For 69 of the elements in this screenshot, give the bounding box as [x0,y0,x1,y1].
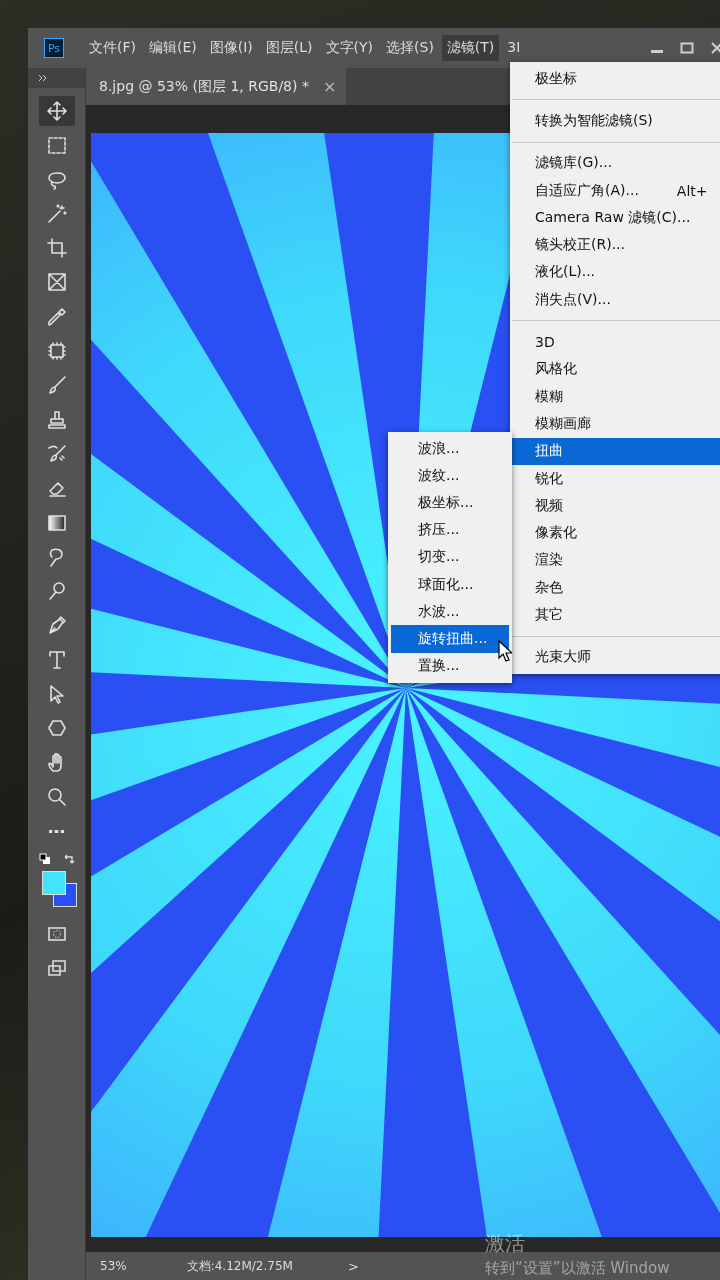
menu-item[interactable]: 锐化 [510,464,720,493]
activation-hint: 转到“设置”以激活 Window [485,1259,670,1278]
app-logo: Ps [44,38,64,58]
text-tool-icon [46,649,67,670]
menu-item[interactable]: 滤镜库(G)... [510,149,720,177]
document-tab[interactable]: 8.jpg @ 53% (图层 1, RGB/8) * × [86,68,347,105]
status-arrow-button[interactable]: > [347,1258,359,1274]
menu-item[interactable]: 滤镜(T) [441,35,500,61]
gradient-icon [46,512,67,533]
crossed-box-icon [46,272,67,293]
menu-item[interactable]: 图像(I) [204,35,258,61]
zoom-icon [46,786,67,807]
cursor-icon [498,640,512,662]
brush-icon [46,375,67,396]
magic-wand-icon [46,203,67,224]
lasso-icon [46,169,67,190]
menu-item[interactable]: 置换... [391,652,509,680]
history-brush-icon [46,443,67,464]
menu-item[interactable]: 选择(S) [381,35,439,61]
menu-item[interactable]: 3D [510,328,720,356]
tab-close-button[interactable]: × [322,77,337,96]
screen-mode-icon[interactable] [46,957,67,978]
move-icon [46,101,67,121]
menu-item[interactable]: 极坐标 [510,65,720,93]
menu-item[interactable]: 模糊画廊 [510,410,720,438]
dodge-icon [46,581,67,602]
menu-item[interactable]: 水波... [391,598,509,626]
menu-item[interactable]: 消失点(V)... [510,286,720,314]
pen-icon [46,615,67,636]
double-chevron-icon[interactable] [38,75,48,81]
close-icon[interactable] [710,41,720,55]
eyedropper-icon [46,306,67,327]
menu-item[interactable]: 挤压... [391,516,509,544]
menu-item[interactable]: 3I [502,35,526,61]
stamp-icon [46,409,67,430]
menu-item[interactable]: 像素化 [510,519,720,547]
menu-item[interactable]: 其它 [510,601,720,629]
hexagon-icon [46,718,67,739]
menu-item[interactable]: 切变... [391,543,509,571]
activation-title: 激活 [485,1230,526,1257]
menu-item[interactable]: 视频 [510,492,720,520]
default-colors-icon[interactable] [38,852,51,865]
menu-item[interactable]: 波浪... [391,435,509,463]
swap-arrow-icon[interactable] [62,852,75,865]
maximize-icon[interactable] [680,41,694,55]
menu-item[interactable]: 液化(L)... [510,258,720,287]
menu-item[interactable]: 文字(Y) [320,35,379,61]
menu-item[interactable]: 极坐标... [391,489,509,517]
menu-item[interactable]: 文件(F) [84,35,141,61]
zoom-level: 53% [100,1259,127,1273]
menu-item[interactable]: 自适应广角(A)... Alt+ [510,176,720,205]
menu-item[interactable]: 渲染 [510,546,720,575]
menu-item[interactable]: 风格化 [510,355,720,383]
menu-item[interactable]: 旋转扭曲... [391,625,509,653]
menu-item[interactable]: 光束大师 [510,643,720,671]
menu-item[interactable]: 球面化... [391,570,509,599]
menu-item[interactable]: 转换为智能滤镜(S) [510,107,720,135]
menu-item[interactable]: 图层(L) [260,35,318,61]
menu-item[interactable]: 编辑(E) [144,35,202,61]
menu-item[interactable]: 杂色 [510,574,720,602]
menu-item[interactable]: 镜头校正(R)... [510,231,720,259]
menu-item[interactable]: 波纹... [391,462,509,490]
more-icon [49,829,64,833]
menu-item[interactable]: 扭曲 [510,437,720,465]
menu-item[interactable]: Camera Raw 滤镜(C)... [510,204,720,232]
menu-item[interactable]: 模糊 [510,382,720,411]
tool-button[interactable] [38,96,75,126]
document-size: 文档:4.12M/2.75M [186,1257,293,1275]
crop-icon [46,238,67,259]
